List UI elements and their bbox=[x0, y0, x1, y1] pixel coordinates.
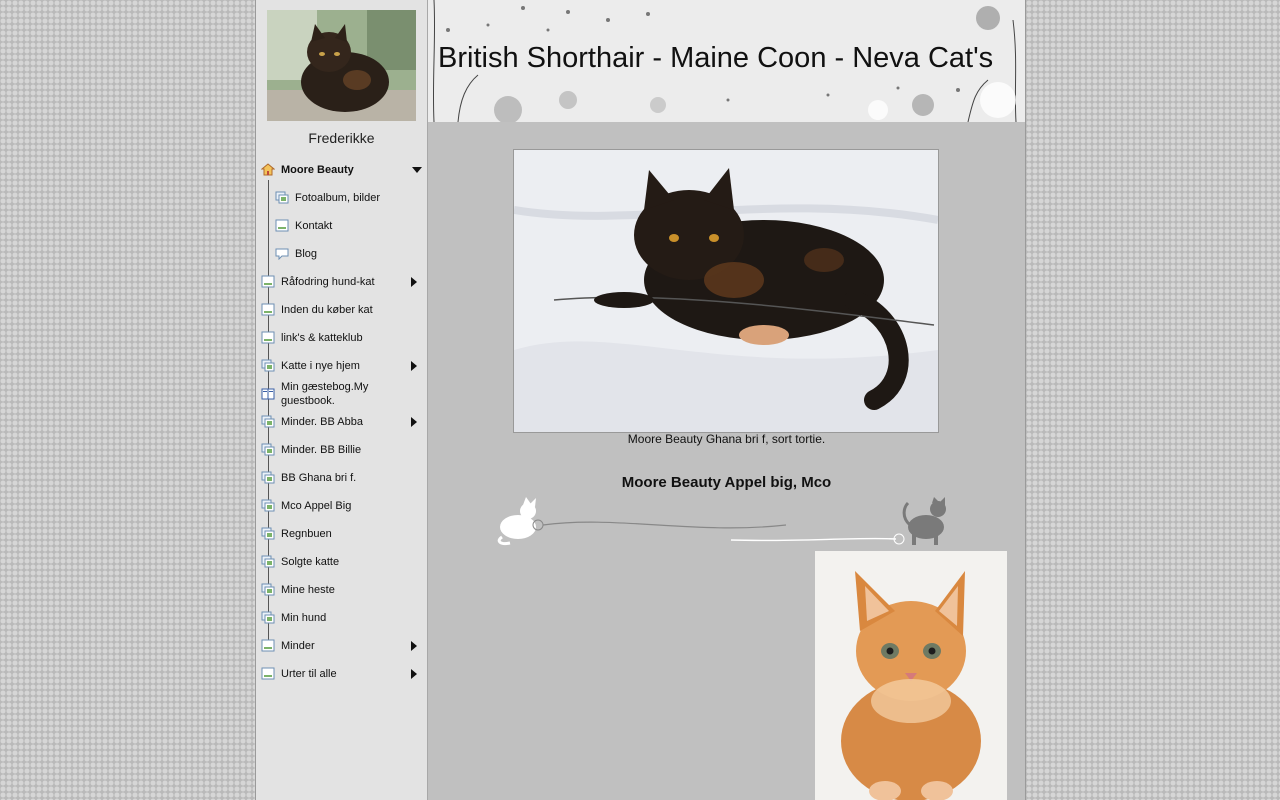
sidebar-item-label: Blog bbox=[295, 248, 318, 260]
album-icon bbox=[261, 583, 275, 596]
album-icon bbox=[261, 471, 275, 484]
album-icon bbox=[261, 527, 275, 540]
chevron-right-icon[interactable] bbox=[411, 417, 417, 427]
sidebar-item-rafodring[interactable]: Råfodring hund-kat bbox=[256, 268, 427, 296]
sidebar-item-label: Råfodring hund-kat bbox=[281, 276, 375, 288]
sidebar-item-kontakt[interactable]: Kontakt bbox=[256, 212, 427, 240]
page-icon bbox=[275, 219, 289, 232]
profile-name: Frederikke bbox=[308, 130, 375, 146]
sidebar-item-inden-du-kober[interactable]: Inden du køber kat bbox=[256, 296, 427, 324]
page-icon bbox=[261, 667, 275, 680]
chevron-right-icon[interactable] bbox=[411, 641, 417, 651]
album-icon bbox=[261, 555, 275, 568]
blog-icon bbox=[275, 248, 289, 260]
main-content: Moore Beauty Ghana bri f, sort tortie. M… bbox=[428, 122, 1025, 800]
photo-caption: Moore Beauty Ghana bri f, sort tortie. bbox=[627, 432, 826, 446]
sidebar-nav: Moore Beauty Fotoalbum, bilder Kontakt B… bbox=[256, 156, 427, 688]
sidebar: Frederikke Moore Beauty Fotoalbum, bilde… bbox=[256, 0, 428, 800]
sidebar-item-solgte-katte[interactable]: Solgte katte bbox=[256, 548, 427, 576]
cat-divider-icon bbox=[497, 497, 946, 545]
chevron-right-icon[interactable] bbox=[411, 361, 417, 371]
sidebar-item-label: Kontakt bbox=[295, 220, 333, 232]
sidebar-item-label: Mco Appel Big bbox=[281, 500, 352, 512]
sidebar-item-label: link's & katteklub bbox=[281, 332, 363, 344]
sidebar-item-mco-appel-big[interactable]: Mco Appel Big bbox=[256, 492, 427, 520]
sidebar-item-label: Urter til alle bbox=[281, 668, 337, 680]
sidebar-item-label: Minder bbox=[281, 640, 315, 652]
album-icon bbox=[275, 191, 289, 204]
sidebar-item-min-hund[interactable]: Min hund bbox=[256, 604, 427, 632]
page-icon bbox=[261, 303, 275, 316]
sidebar-item-bb-ghana[interactable]: BB Ghana bri f. bbox=[256, 464, 427, 492]
home-icon bbox=[261, 163, 275, 176]
sidebar-item-label: Katte i nye hjem bbox=[281, 360, 360, 372]
album-icon bbox=[261, 415, 275, 428]
sidebar-item-label: Fotoalbum, bilder bbox=[295, 192, 380, 204]
page-icon bbox=[261, 275, 275, 288]
main-cat-photo[interactable] bbox=[513, 149, 939, 433]
sidebar-item-label: Moore Beauty bbox=[281, 164, 354, 176]
sidebar-item-mine-heste[interactable]: Mine heste bbox=[256, 576, 427, 604]
sidebar-item-minder[interactable]: Minder bbox=[256, 632, 427, 660]
album-icon bbox=[261, 443, 275, 456]
guestbook-icon bbox=[261, 388, 275, 400]
sidebar-item-fotoalbum[interactable]: Fotoalbum, bilder bbox=[256, 184, 427, 212]
sidebar-item-moore-beauty[interactable]: Moore Beauty bbox=[256, 156, 427, 184]
header-banner: British Shorthair - Maine Coon - Neva Ca… bbox=[428, 0, 1025, 122]
page-icon bbox=[261, 639, 275, 652]
chevron-right-icon[interactable] bbox=[411, 669, 417, 679]
page-icon bbox=[261, 331, 275, 344]
sidebar-item-label: Minder. BB Abba bbox=[281, 416, 363, 428]
section-heading: Moore Beauty Appel big, Mco bbox=[621, 474, 832, 491]
sidebar-item-label: Min hund bbox=[281, 612, 327, 624]
sidebar-item-guestbook[interactable]: Min gæstebog.My guestbook. bbox=[256, 380, 427, 408]
album-icon bbox=[261, 359, 275, 372]
sidebar-item-label: Inden du køber kat bbox=[281, 304, 373, 316]
kitten-photo[interactable] bbox=[815, 551, 1007, 800]
sidebar-item-links[interactable]: link's & katteklub bbox=[256, 324, 427, 352]
sidebar-item-label: Regnbuen bbox=[281, 528, 332, 540]
sidebar-item-label: Minder. BB Billie bbox=[281, 444, 362, 456]
sidebar-item-label: Mine heste bbox=[281, 584, 335, 596]
sidebar-item-urter-til-alle[interactable]: Urter til alle bbox=[256, 660, 427, 688]
sidebar-item-katte-i-nye-hjem[interactable]: Katte i nye hjem bbox=[256, 352, 427, 380]
sidebar-item-minder-bb-billie[interactable]: Minder. BB Billie bbox=[256, 436, 427, 464]
page-title: British Shorthair - Maine Coon - Neva Ca… bbox=[438, 42, 994, 74]
page-container: Frederikke Moore Beauty Fotoalbum, bilde… bbox=[255, 0, 1026, 800]
sidebar-item-minder-bb-abba[interactable]: Minder. BB Abba bbox=[256, 408, 427, 436]
profile-photo[interactable] bbox=[267, 10, 416, 121]
sidebar-item-blog[interactable]: Blog bbox=[256, 240, 427, 268]
chevron-right-icon[interactable] bbox=[411, 277, 417, 287]
chevron-down-icon[interactable] bbox=[412, 167, 422, 173]
album-icon bbox=[261, 611, 275, 624]
album-icon bbox=[261, 499, 275, 512]
sidebar-item-label: BB Ghana bri f. bbox=[281, 472, 357, 484]
sidebar-item-label: Solgte katte bbox=[281, 556, 340, 568]
sidebar-item-regnbuen[interactable]: Regnbuen bbox=[256, 520, 427, 548]
sidebar-item-label: Min gæstebog.My guestbook. bbox=[281, 381, 369, 407]
